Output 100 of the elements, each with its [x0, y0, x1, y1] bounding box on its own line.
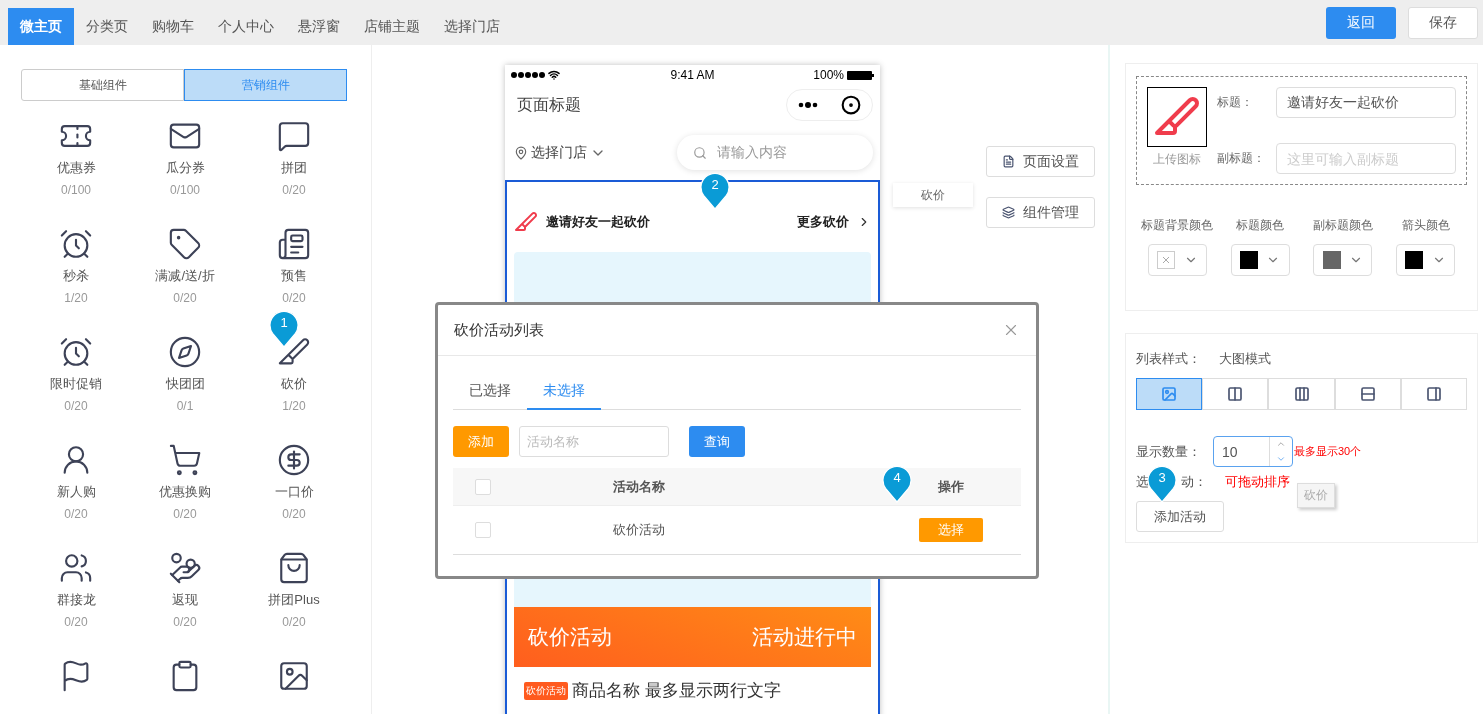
signal-icon	[511, 72, 545, 78]
usage-count: 0/20	[173, 507, 197, 521]
field-label: 列表样式：	[1136, 350, 1201, 368]
component-label[interactable]: 预售	[281, 267, 307, 285]
empty-swatch-icon	[1157, 251, 1176, 269]
two-row-icon	[1359, 386, 1376, 402]
activity-tag: 砍价活动	[524, 681, 568, 700]
component-label[interactable]: 新人购	[56, 483, 96, 501]
usage-count: 0/20	[64, 399, 88, 413]
column-header: 操作	[938, 477, 965, 496]
three-column-icon	[1293, 386, 1310, 402]
status-time: 9:41 AM	[670, 68, 715, 82]
sort-hint: 可拖动排序	[1225, 473, 1290, 491]
upload-icon-box[interactable]	[1147, 87, 1207, 147]
tag-icon	[168, 227, 202, 261]
banner-status: 活动进行中	[752, 624, 857, 650]
component-label[interactable]: 一口价	[274, 483, 314, 501]
upload-label: 上传图标	[1153, 151, 1201, 168]
field-label: 显示数量：	[1136, 442, 1201, 461]
dialog-tab[interactable]: 未选择	[527, 374, 601, 410]
knife-icon	[514, 210, 538, 234]
color-picker[interactable]	[1396, 244, 1456, 276]
nav-tab[interactable]: 购物车	[140, 8, 206, 45]
marker-pin: 4	[882, 464, 912, 503]
component-label[interactable]: 拼团	[281, 159, 307, 177]
save-button[interactable]: 保存	[1408, 6, 1478, 39]
nav-tab[interactable]: 选择门店	[432, 8, 512, 45]
field-label: 选	[1136, 473, 1149, 491]
usage-count: 0/100	[170, 183, 200, 197]
alarm-clock-icon	[59, 335, 93, 369]
field-label: 副标题：	[1217, 150, 1265, 167]
coin-hand-icon	[168, 551, 202, 585]
nav-tab[interactable]: 悬浮窗	[286, 8, 352, 45]
page-title: 页面标题	[517, 94, 581, 115]
color-label: 副标题颜色	[1312, 217, 1373, 234]
color-picker[interactable]	[1230, 244, 1290, 276]
store-selector[interactable]: 选择门店	[531, 143, 587, 162]
column-header: 活动名称	[613, 477, 666, 496]
component-label[interactable]: 秒杀	[63, 267, 89, 285]
component-label[interactable]: 满减/送/折	[155, 267, 215, 285]
marker-pin: 1	[269, 309, 299, 348]
usage-count: 0/20	[282, 615, 306, 629]
color-label: 箭头颜色	[1401, 217, 1450, 234]
more-link[interactable]: 更多砍价	[797, 213, 849, 231]
record-icon	[840, 95, 861, 115]
checkbox[interactable]	[475, 522, 491, 538]
component-label[interactable]: 限时促销	[50, 375, 102, 393]
component-label[interactable]: 优惠券	[56, 159, 96, 177]
activity-name-input[interactable]: 活动名称	[519, 426, 669, 457]
page-settings-button[interactable]: 页面设置	[986, 146, 1095, 177]
component-tooltip: 砍价	[893, 183, 973, 207]
newspaper-icon	[277, 227, 311, 261]
nav-tab[interactable]: 分类页	[74, 8, 140, 45]
color-label: 标题背景颜色	[1141, 217, 1214, 234]
nav-tab[interactable]: 个人中心	[206, 8, 286, 45]
block-title: 邀请好友一起砍价	[546, 213, 651, 231]
battery-level: 100%	[813, 68, 844, 82]
list-style-value: 大图模式	[1219, 350, 1271, 368]
usage-count: 1/20	[282, 399, 306, 413]
image-list-icon	[1425, 386, 1442, 402]
people-icon	[59, 551, 93, 585]
dialog-tab[interactable]: 已选择	[453, 374, 527, 409]
component-label[interactable]: 砍价	[281, 375, 307, 393]
wifi-icon	[548, 69, 560, 81]
usage-count: 0/20	[64, 615, 88, 629]
color-picker[interactable]	[1147, 244, 1207, 276]
dialog-title: 砍价活动列表	[454, 320, 544, 340]
speech-bubble-icon	[277, 119, 311, 153]
document-icon	[1002, 155, 1015, 168]
table-cell-text: 砍价活动	[613, 521, 666, 539]
component-label[interactable]: 群接龙	[56, 591, 96, 609]
count-hint: 最多显示30个	[1294, 444, 1362, 459]
component-label[interactable]: 拼团Plus	[268, 591, 320, 609]
more-icon	[798, 102, 819, 108]
two-column-icon	[1227, 386, 1244, 402]
marker-pin: 2	[700, 171, 730, 210]
add-activity-button[interactable]: 添加活动	[1136, 501, 1224, 532]
usage-count: 0/20	[173, 291, 197, 305]
color-label: 标题颜色	[1236, 217, 1285, 234]
field-label: 标题：	[1217, 94, 1253, 111]
marker-pin: 3	[1147, 464, 1177, 503]
search-icon	[693, 145, 707, 160]
component-label[interactable]: 优惠换购	[159, 483, 211, 501]
segment-tab[interactable]: 基础组件	[21, 69, 184, 101]
banner-title: 砍价活动	[528, 624, 612, 650]
component-label[interactable]: 瓜分券	[165, 159, 205, 177]
component-label[interactable]: 快团团	[165, 375, 205, 393]
component-label[interactable]: 返现	[172, 591, 198, 609]
usage-count: 0/100	[61, 183, 91, 197]
nav-tab[interactable]: 店铺主题	[352, 8, 432, 45]
count-input[interactable]: 10	[1213, 436, 1293, 467]
component-manager-button[interactable]: 组件管理	[986, 197, 1095, 228]
field-label: 动：	[1181, 473, 1207, 491]
usage-count: 0/20	[282, 507, 306, 521]
usage-count: 0/20	[282, 291, 306, 305]
checkbox[interactable]	[475, 478, 491, 495]
coin-icon	[277, 443, 311, 477]
color-picker[interactable]	[1313, 244, 1373, 276]
title-input[interactable]: 邀请好友一起砍价	[1276, 87, 1456, 118]
cart-icon	[168, 443, 202, 477]
